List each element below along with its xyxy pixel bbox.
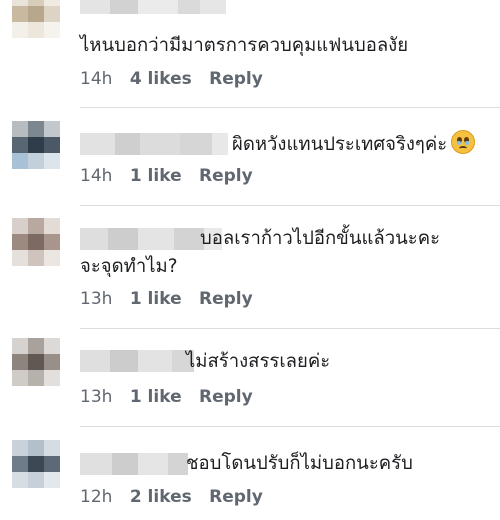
comment-text: จะจุดทำไม? <box>80 253 178 281</box>
comment-timestamp[interactable]: 12h <box>80 487 112 507</box>
reply-button[interactable]: Reply <box>199 166 253 186</box>
comment-divider <box>80 107 500 108</box>
comment-text: บอลเราก้าวไปอีกขั้นแล้วนะคะ <box>200 225 440 253</box>
comment-timestamp[interactable]: 14h <box>80 166 112 186</box>
comment-text: ชอบโดนปรับก็ไม่บอกนะครับ <box>186 450 413 478</box>
avatar[interactable] <box>12 0 60 38</box>
avatar[interactable] <box>12 218 60 266</box>
comment-likes[interactable]: 1 like <box>130 166 182 186</box>
comment-text: ไม่สร้างสรรเลยค่ะ <box>186 348 330 376</box>
comment-likes[interactable]: 4 likes <box>130 69 192 89</box>
reply-button[interactable]: Reply <box>209 69 263 89</box>
reply-button[interactable]: Reply <box>209 487 263 507</box>
reply-button[interactable]: Reply <box>199 289 253 309</box>
comment-likes[interactable]: 1 like <box>130 289 182 309</box>
comment-meta: 14h 4 likes Reply <box>80 68 263 90</box>
commenter-name-blurred[interactable] <box>80 350 194 372</box>
comment-divider <box>80 328 500 329</box>
comment-likes[interactable]: 2 likes <box>130 487 192 507</box>
comment-meta: 12h 2 likes Reply <box>80 486 263 508</box>
comment-timestamp[interactable]: 13h <box>80 387 112 407</box>
comment-text-line: ผิดหวังแทนประเทศจริงๆค่ะ <box>232 134 448 155</box>
comment-meta: 13h 1 like Reply <box>80 386 253 408</box>
comment-timestamp[interactable]: 14h <box>80 69 112 89</box>
avatar[interactable] <box>12 440 60 488</box>
comment-text-line: ชอบโดนปรับก็ไม่บอกนะครับ <box>186 453 413 474</box>
comment-timestamp[interactable]: 13h <box>80 289 112 309</box>
pleading-face-emoji-icon <box>451 130 476 154</box>
avatar[interactable] <box>12 338 60 386</box>
comment-text-line: จะจุดทำไม? <box>80 256 178 277</box>
commenter-name-blurred[interactable] <box>80 453 188 475</box>
avatar[interactable] <box>12 121 60 169</box>
comment-text-line: ไม่สร้างสรรเลยค่ะ <box>186 351 331 372</box>
comment-text-line: ไหนบอกว่ามีมาตรการควบคุมแฟนบอลงัย <box>80 35 409 56</box>
comments-list: ไหนบอกว่ามีมาตรการควบคุมแฟนบอลงัย 14h 4 … <box>0 0 500 520</box>
comment-meta: 14h 1 like Reply <box>80 165 253 187</box>
comment-divider <box>80 426 500 427</box>
comment-text: ผิดหวังแทนประเทศจริงๆค่ะ <box>232 130 476 159</box>
comment-divider <box>80 205 500 206</box>
reply-button[interactable]: Reply <box>199 387 253 407</box>
commenter-name-blurred[interactable] <box>80 0 226 14</box>
comment-text-line: บอลเราก้าวไปอีกขั้นแล้วนะคะ <box>200 228 441 249</box>
comment-meta: 13h 1 like Reply <box>80 288 253 310</box>
commenter-name-blurred[interactable] <box>80 133 228 155</box>
comment-text: ไหนบอกว่ามีมาตรการควบคุมแฟนบอลงัย <box>80 32 408 60</box>
comment-likes[interactable]: 1 like <box>130 387 182 407</box>
